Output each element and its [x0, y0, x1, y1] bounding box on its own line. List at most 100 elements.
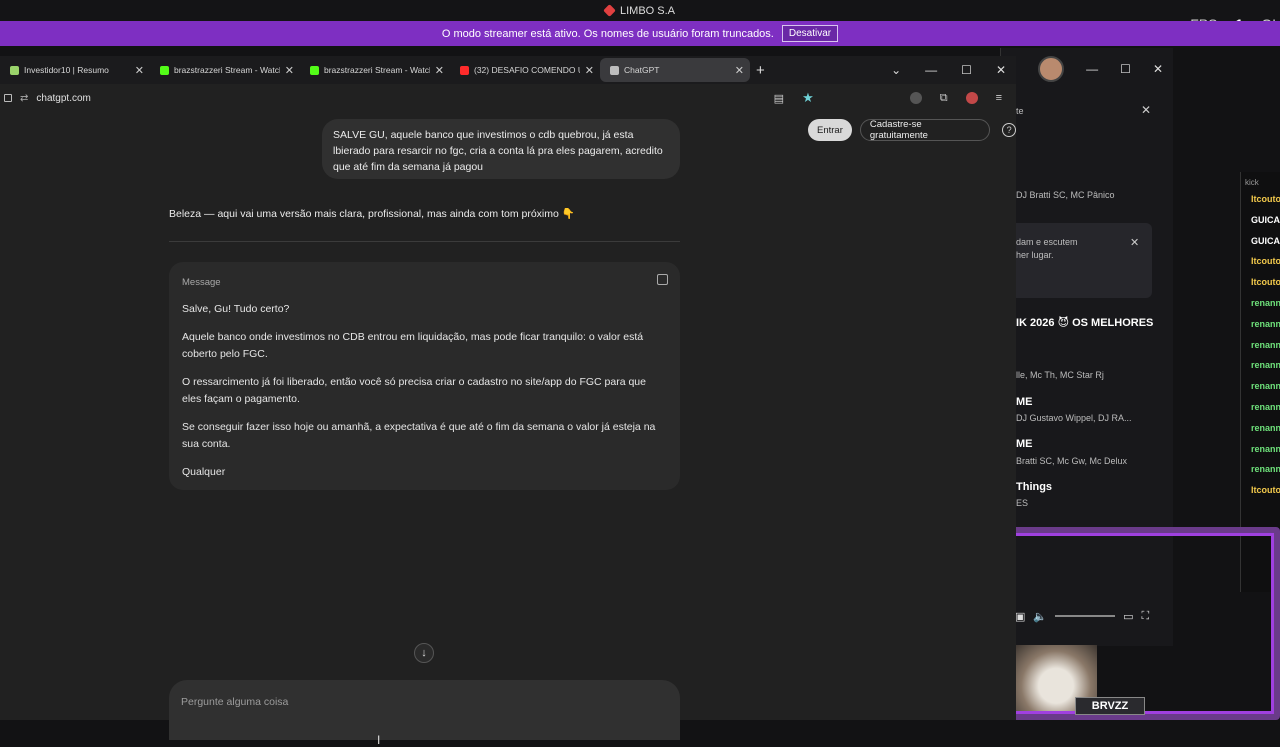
card-paragraph: Salve, Gu! Tudo certo? [182, 303, 290, 315]
extension-s-icon[interactable] [909, 92, 922, 104]
auth-buttons: Entrar Cadastre-se gratuitamente ? [808, 118, 1016, 142]
notice-card [1010, 223, 1152, 298]
playlist-line-5: ES [1016, 498, 1029, 508]
card-label: Message [182, 277, 221, 288]
tab-3[interactable]: (32) DESAFIO COMENDO UM C ✕ [450, 58, 600, 82]
message-draft-card: Message Salve, Gu! Tudo certo? Aquele ba… [169, 262, 680, 490]
chat-message-list: Itcouto GUICA GUICA Itcouto Itcouto renann ren… [1241, 194, 1280, 506]
menu-icon[interactable]: ≡ [996, 92, 1002, 104]
chat-username[interactable]: renann [1241, 444, 1280, 465]
tab-favicon-icon [610, 65, 619, 75]
text-cursor-icon: I [377, 733, 381, 747]
playlist-line-3: DJ Gustavo Wippel, DJ RA... [1016, 413, 1132, 423]
help-icon[interactable]: ? [1002, 123, 1016, 137]
chat-username[interactable]: renann [1241, 360, 1280, 381]
chat-username[interactable]: GUICA [1241, 236, 1280, 257]
close-icon[interactable]: ✕ [1153, 62, 1163, 76]
card-paragraph: O ressarcimento já foi liberado, então v… [182, 376, 646, 405]
tab-close-icon[interactable]: ✕ [585, 64, 594, 77]
tab-label: ChatGPT [624, 65, 660, 75]
chat-username[interactable]: Itcouto [1241, 277, 1280, 298]
streamer-mode-text: O modo streamer está ativo. Os nomes de … [441, 27, 774, 40]
panel-close-icon[interactable]: ✕ [1141, 103, 1151, 117]
copy-icon[interactable] [657, 274, 668, 285]
playlist-line-2: lle, Mc Th, MC Star Rj [1016, 370, 1104, 380]
chat-username[interactable]: renann [1241, 298, 1280, 319]
tab-0[interactable]: Investidor10 | Resumo ✕ [0, 58, 150, 82]
playlist-line: DJ Bratti SC, MC Pânico [1016, 190, 1115, 200]
tab-close-icon[interactable]: ✕ [135, 64, 144, 77]
tab-favicon-icon [460, 65, 469, 75]
minimize-icon[interactable]: — [1086, 62, 1098, 76]
tab-list-dropdown-icon[interactable]: ⌄ [891, 63, 901, 77]
playlist-heading-1[interactable]: IK 2026 😈 OS MELHORES [1016, 316, 1153, 329]
tab-label: Investidor10 | Resumo [24, 65, 109, 75]
chat-header: kick [1245, 178, 1259, 187]
chat-username[interactable]: renann [1241, 340, 1280, 361]
browser-window: Investidor10 | Resumo ✕ brazstrazzeri Stre… [0, 56, 1016, 747]
tab-label: brazstrazzeri Stream - Watch Li [324, 65, 430, 75]
overlay-nameplate: BRVZZ [1075, 697, 1145, 715]
card-paragraph: Se conseguir fazer isso hoje ou amanhã, … [182, 421, 656, 450]
chat-username[interactable]: renann [1241, 402, 1280, 423]
avatar[interactable] [1038, 56, 1065, 82]
reader-mode-icon[interactable]: ▤ [774, 92, 784, 105]
close-button[interactable]: ✕ [996, 63, 1006, 77]
minimize-button[interactable]: — [925, 63, 937, 77]
tab-close-icon[interactable]: ✕ [285, 64, 294, 77]
notice-line-2: her lugar. [1016, 250, 1054, 260]
tab-bar: Investidor10 | Resumo ✕ brazstrazzeri Stre… [0, 56, 1016, 84]
chat-username[interactable]: Itcouto [1241, 194, 1280, 215]
maximize-icon[interactable]: ☐ [1120, 62, 1131, 76]
maximize-button[interactable]: ☐ [961, 63, 972, 77]
toolbar-icons: ▤ ★ ⧉ ≡ [774, 90, 1016, 106]
tab-favicon-icon [10, 65, 19, 75]
scroll-down-button[interactable]: ↓ [414, 643, 434, 663]
notice-line-1: dam e escutem [1016, 237, 1078, 247]
app-title-bar: LIMBO S.A [0, 0, 1280, 21]
tab-4[interactable]: ChatGPT ✕ [600, 58, 750, 82]
chat-username[interactable]: GUICA [1241, 215, 1280, 236]
tab-close-icon[interactable]: ✕ [435, 64, 444, 77]
app-title: LIMBO S.A [619, 4, 676, 17]
tab-label: (32) DESAFIO COMENDO UM C [474, 65, 580, 75]
tab-2[interactable]: brazstrazzeri Stream - Watch Li ✕ [300, 58, 450, 82]
address-bar[interactable]: ⇄ chatgpt.com ▤ ★ ⧉ ≡ [0, 86, 1016, 110]
chat-username[interactable]: Itcouto [1241, 256, 1280, 277]
lock-icon[interactable] [4, 94, 12, 102]
tab-1[interactable]: brazstrazzeri Stream - Watch Li ✕ [150, 58, 300, 82]
chat-username[interactable]: renann [1241, 423, 1280, 444]
chat-username[interactable]: renann [1241, 464, 1280, 485]
app-logo-icon [603, 4, 616, 17]
tab-close-icon[interactable]: ✕ [735, 64, 744, 77]
playlist-heading-3[interactable]: ME [1016, 438, 1033, 450]
chat-username[interactable]: renann [1241, 319, 1280, 340]
tab-label: brazstrazzeri Stream - Watch Li [174, 65, 280, 75]
chat-username[interactable]: Itcouto [1241, 485, 1280, 506]
extensions-icon[interactable]: ⧉ [940, 92, 948, 105]
prompt-input[interactable] [181, 696, 668, 708]
notice-close-icon[interactable]: ✕ [1130, 236, 1139, 249]
chat-username[interactable]: renann [1241, 381, 1280, 402]
disable-streamer-mode-button[interactable]: Desativar [781, 25, 839, 42]
tab-list: Investidor10 | Resumo ✕ brazstrazzeri Stre… [0, 58, 750, 82]
panel-header-fragment: te [1016, 106, 1024, 116]
streamer-mode-banner: O modo streamer está ativo. Os nomes de … [0, 21, 1280, 46]
playlist-heading-4[interactable]: Things [1016, 481, 1052, 493]
bookmark-star-icon[interactable]: ★ [802, 90, 814, 106]
assistant-intro: Beleza — aqui vai uma versão mais clara,… [169, 208, 575, 220]
playlist-heading-2[interactable]: ME [1016, 396, 1033, 408]
tab-favicon-icon [310, 65, 319, 75]
divider [169, 241, 680, 242]
site-settings-icon[interactable]: ⇄ [20, 93, 28, 104]
signup-button[interactable]: Cadastre-se gratuitamente [859, 119, 991, 141]
extension-red-icon[interactable] [965, 92, 978, 104]
login-button[interactable]: Entrar [808, 119, 852, 141]
new-tab-button[interactable]: + [756, 62, 765, 79]
tab-favicon-icon [160, 65, 169, 75]
window-controls: ⌄ — ☐ ✕ [891, 63, 1016, 77]
url-text[interactable]: chatgpt.com [36, 93, 90, 104]
playlist-line-4: Bratti SC, Mc Gw, Mc Delux [1016, 456, 1128, 466]
user-message: SALVE GU, aquele banco que investimos o … [322, 119, 680, 179]
composer[interactable] [169, 680, 680, 740]
